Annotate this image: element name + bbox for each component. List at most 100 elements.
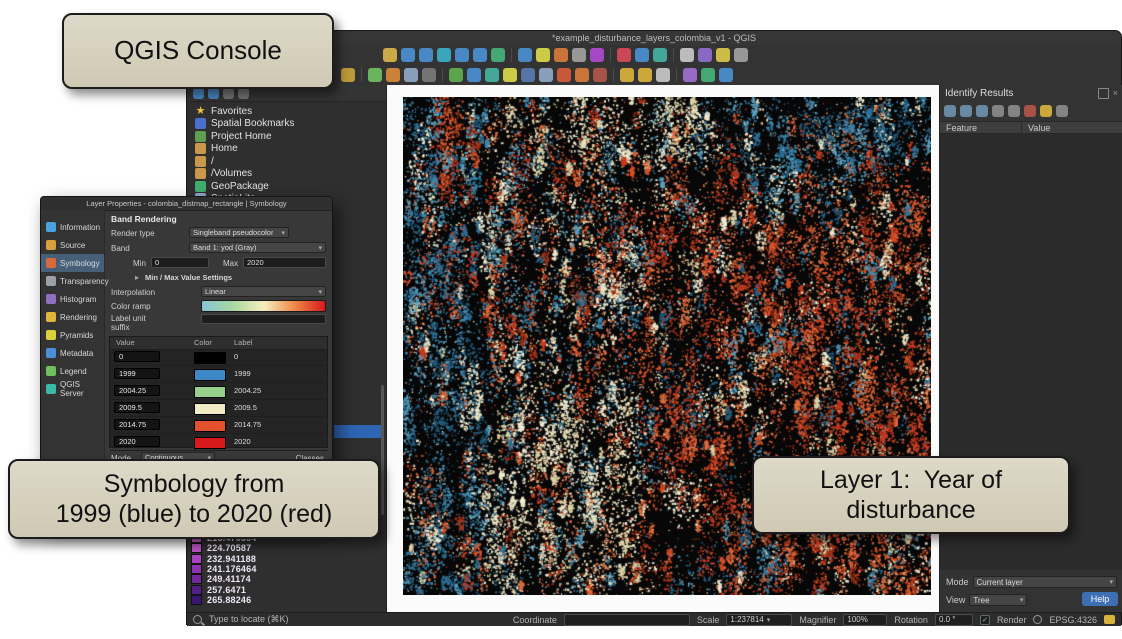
- metasearch-icon[interactable]: [719, 68, 733, 82]
- collapse-all-icon[interactable]: [960, 105, 972, 117]
- label-cell[interactable]: 1999: [234, 366, 251, 382]
- value-column-header[interactable]: Value: [1022, 122, 1122, 133]
- browser-item-geopackage[interactable]: GeoPackage: [187, 180, 386, 193]
- list-item[interactable]: 249.41174: [191, 574, 257, 584]
- refresh-map-icon[interactable]: [491, 48, 505, 62]
- label-cell[interactable]: 2009.5: [234, 400, 257, 416]
- color-chip[interactable]: [194, 369, 226, 381]
- show-statistics-icon[interactable]: [698, 48, 712, 62]
- value-cell[interactable]: 2020: [114, 436, 160, 447]
- dialog-tab-transparency[interactable]: Transparency: [41, 272, 104, 290]
- new-geopackage-layer-icon[interactable]: [368, 68, 382, 82]
- value-cell[interactable]: 0: [114, 351, 160, 362]
- browser-item-spatial-bookmarks[interactable]: Spatial Bookmarks: [187, 118, 386, 131]
- dialog-tab-metadata[interactable]: Metadata: [41, 344, 104, 362]
- measure-icon[interactable]: [590, 48, 604, 62]
- add-raster-layer-icon[interactable]: [467, 68, 481, 82]
- label-cell[interactable]: 0: [234, 349, 238, 365]
- add-wfs-layer-icon[interactable]: [575, 68, 589, 82]
- label-cell[interactable]: 2004.25: [234, 383, 261, 399]
- min-input[interactable]: 0: [151, 257, 209, 268]
- table-row[interactable]: 2004.25 2004.25: [110, 383, 327, 400]
- value-cell[interactable]: 2004.25: [114, 385, 160, 396]
- open-attribute-table-icon[interactable]: [572, 48, 586, 62]
- browser-item-favorites[interactable]: ★Favorites: [187, 105, 386, 118]
- show-bookmarks-icon[interactable]: [635, 48, 649, 62]
- list-item[interactable]: 257.6471: [191, 584, 257, 594]
- add-mesh-layer-icon[interactable]: [485, 68, 499, 82]
- identify-features-icon[interactable]: [518, 48, 532, 62]
- zoom-last-icon[interactable]: [455, 48, 469, 62]
- scrollbar[interactable]: [381, 385, 384, 515]
- band-select[interactable]: Band 1: yod (Gray) ▾: [189, 242, 326, 253]
- message-log-icon[interactable]: [1104, 615, 1115, 624]
- coordinate-input[interactable]: [564, 614, 690, 626]
- magnifier-input[interactable]: 100%: [843, 614, 887, 626]
- processing-toolbox-icon[interactable]: [701, 68, 715, 82]
- browser-filter-icon[interactable]: [208, 88, 219, 99]
- color-ramp-bar[interactable]: [201, 300, 326, 312]
- dialog-tab-source[interactable]: Source: [41, 236, 104, 254]
- table-row[interactable]: 19991999: [110, 366, 327, 383]
- table-row[interactable]: 2009.52009.5: [110, 400, 327, 417]
- selected-layer-highlight[interactable]: [334, 425, 382, 438]
- add-spatialite-layer-icon[interactable]: [539, 68, 553, 82]
- feature-column-header[interactable]: Feature: [940, 122, 1022, 133]
- clear-results-icon[interactable]: [1024, 105, 1036, 117]
- crs-status[interactable]: EPSG:4326: [1049, 615, 1097, 625]
- render-checkbox[interactable]: ✓: [980, 615, 990, 625]
- select-features-icon[interactable]: [536, 48, 550, 62]
- browser-item-home[interactable]: Home: [187, 143, 386, 156]
- dialog-tab-legend[interactable]: Legend: [41, 362, 104, 380]
- label-unit-suffix-input[interactable]: [201, 314, 326, 324]
- add-wcs-layer-icon[interactable]: [593, 68, 607, 82]
- new-virtual-layer-icon[interactable]: [422, 68, 436, 82]
- label-cell[interactable]: 2020: [234, 434, 251, 450]
- new-shapefile-layer-icon[interactable]: [386, 68, 400, 82]
- label-cell[interactable]: 2014.75: [234, 417, 261, 433]
- identify-mode-icon[interactable]: [1040, 105, 1052, 117]
- zoom-out-icon[interactable]: [419, 48, 433, 62]
- float-panel-icon[interactable]: [1098, 88, 1109, 99]
- interpolation-select[interactable]: Linear ▾: [201, 286, 326, 297]
- table-row[interactable]: 2020 2020: [110, 434, 327, 451]
- expand-all-icon[interactable]: [944, 105, 956, 117]
- new-bookmark-icon[interactable]: [617, 48, 631, 62]
- rotation-input[interactable]: 0.0 °: [935, 614, 973, 626]
- table-row[interactable]: 00: [110, 349, 327, 366]
- render-type-select[interactable]: Singleband pseudocolor ▾: [189, 227, 289, 238]
- python-console-icon[interactable]: [716, 48, 730, 62]
- text-annotation-icon[interactable]: [638, 68, 652, 82]
- add-postgis-layer-icon[interactable]: [521, 68, 535, 82]
- close-panel-icon[interactable]: ×: [1113, 89, 1118, 98]
- new-spatialite-layer-icon[interactable]: [404, 68, 418, 82]
- locate-label[interactable]: Type to locate (⌘K): [209, 614, 289, 625]
- help-button[interactable]: Help: [1082, 592, 1118, 606]
- zoom-next-icon[interactable]: [473, 48, 487, 62]
- list-item[interactable]: 265.88246: [191, 595, 257, 605]
- form-annotation-icon[interactable]: [656, 68, 670, 82]
- list-item[interactable]: 224.70587: [191, 543, 257, 553]
- map-tips-icon[interactable]: [620, 68, 634, 82]
- dialog-tab-rendering[interactable]: Rendering: [41, 308, 104, 326]
- options-icon[interactable]: [734, 48, 748, 62]
- deselect-features-icon[interactable]: [554, 48, 568, 62]
- dialog-tab-symbology[interactable]: Symbology: [41, 254, 104, 272]
- scale-select[interactable]: 1:237814 ▾: [726, 614, 792, 626]
- minmax-settings-header[interactable]: Min / Max Value Settings: [145, 273, 232, 282]
- add-vector-layer-icon[interactable]: [449, 68, 463, 82]
- temporal-control-icon[interactable]: [653, 48, 667, 62]
- browser-properties-icon[interactable]: [238, 88, 249, 99]
- color-chip[interactable]: [194, 352, 226, 364]
- identify-mode-select[interactable]: Current layer ▾: [973, 576, 1117, 588]
- dialog-tab-qgis-server[interactable]: QGIS Server: [41, 380, 104, 398]
- table-row[interactable]: 2014.752014.75: [110, 417, 327, 434]
- dialog-tab-pyramids[interactable]: Pyramids: [41, 326, 104, 344]
- max-input[interactable]: 2020: [243, 257, 326, 268]
- auto-expand-icon[interactable]: [976, 105, 988, 117]
- style-manager-icon[interactable]: [683, 68, 697, 82]
- pan-map-icon[interactable]: [383, 48, 397, 62]
- browser-item-root[interactable]: /: [187, 155, 386, 168]
- list-item[interactable]: 241.176464: [191, 564, 257, 574]
- browser-item-volumes[interactable]: /Volumes: [187, 168, 386, 181]
